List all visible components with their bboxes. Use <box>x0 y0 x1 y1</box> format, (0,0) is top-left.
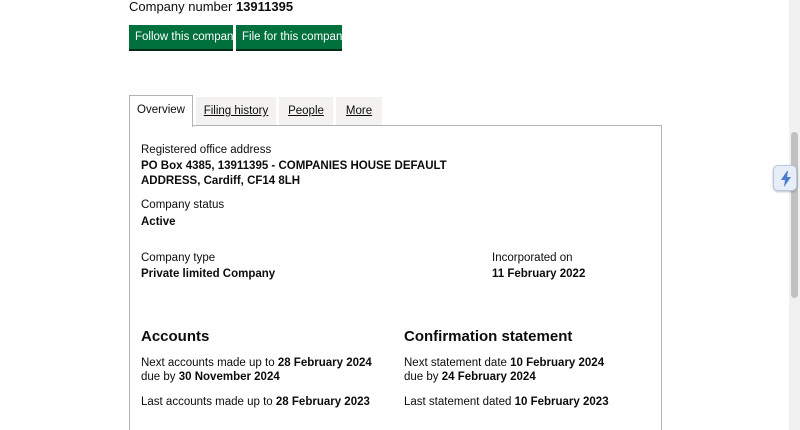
accounts-next-made-up: Next accounts made up to 28 February 202… <box>141 356 372 371</box>
registered-office-line2: ADDRESS, Cardiff, CF14 8LH <box>141 175 301 187</box>
scrollbar-thumb[interactable] <box>791 132 798 298</box>
confirmation-next-date: Next statement date 10 February 2024 <box>404 356 604 371</box>
confirmation-next-date-value: 10 February 2024 <box>510 357 605 369</box>
company-status-label: Company status <box>141 199 225 211</box>
registered-office-label: Registered office address <box>141 144 272 156</box>
extension-button[interactable] <box>773 165 797 191</box>
tab-overview[interactable]: Overview <box>129 95 193 127</box>
incorporated-value: 11 February 2022 <box>492 268 586 280</box>
confirmation-last: Last statement dated 10 February 2023 <box>404 395 609 410</box>
accounts-heading: Accounts <box>141 328 210 345</box>
accounts-last-made-up-prefix: Last accounts made up to <box>141 396 273 408</box>
tab-more[interactable]: More <box>336 97 382 125</box>
accounts-next-made-up-date: 28 February 2024 <box>277 357 372 369</box>
accounts-next-made-up-prefix: Next accounts made up to <box>141 357 275 369</box>
confirmation-next-date-prefix: Next statement date <box>404 357 507 369</box>
company-number: Company number 13911395 <box>129 0 293 14</box>
confirmation-last-prefix: Last statement dated <box>404 396 512 408</box>
company-number-value: 13911395 <box>235 0 294 14</box>
accounts-last-made-up: Last accounts made up to 28 February 202… <box>141 395 370 410</box>
accounts-due-by-date: 30 November 2024 <box>178 371 280 383</box>
lightning-icon <box>781 171 791 187</box>
accounts-last-made-up-date: 28 February 2023 <box>275 396 370 408</box>
follow-company-button[interactable]: Follow this company <box>129 25 239 49</box>
company-type-label: Company type <box>141 252 216 264</box>
tab-filing-history[interactable]: Filing history <box>196 97 276 125</box>
tab-people[interactable]: People <box>279 97 333 125</box>
confirmation-heading: Confirmation statement <box>404 328 573 345</box>
confirmation-due-by-prefix: due by <box>404 371 439 383</box>
confirmation-due-by-date: 24 February 2024 <box>441 371 536 383</box>
file-for-company-button[interactable]: File for this company <box>236 25 348 49</box>
overview-panel: Registered office address PO Box 4385, 1… <box>129 125 662 430</box>
company-number-label: Company number <box>129 0 233 14</box>
company-status-value: Active <box>141 216 176 228</box>
incorporated-label: Incorporated on <box>492 252 573 264</box>
confirmation-last-date: 10 February 2023 <box>514 396 609 408</box>
accounts-due-by: due by 30 November 2024 <box>141 370 280 385</box>
confirmation-due-by: due by 24 February 2024 <box>404 370 536 385</box>
company-type-value: Private limited Company <box>141 268 276 280</box>
accounts-due-by-prefix: due by <box>141 371 176 383</box>
registered-office-line1: PO Box 4385, 13911395 - COMPANIES HOUSE … <box>141 160 447 172</box>
